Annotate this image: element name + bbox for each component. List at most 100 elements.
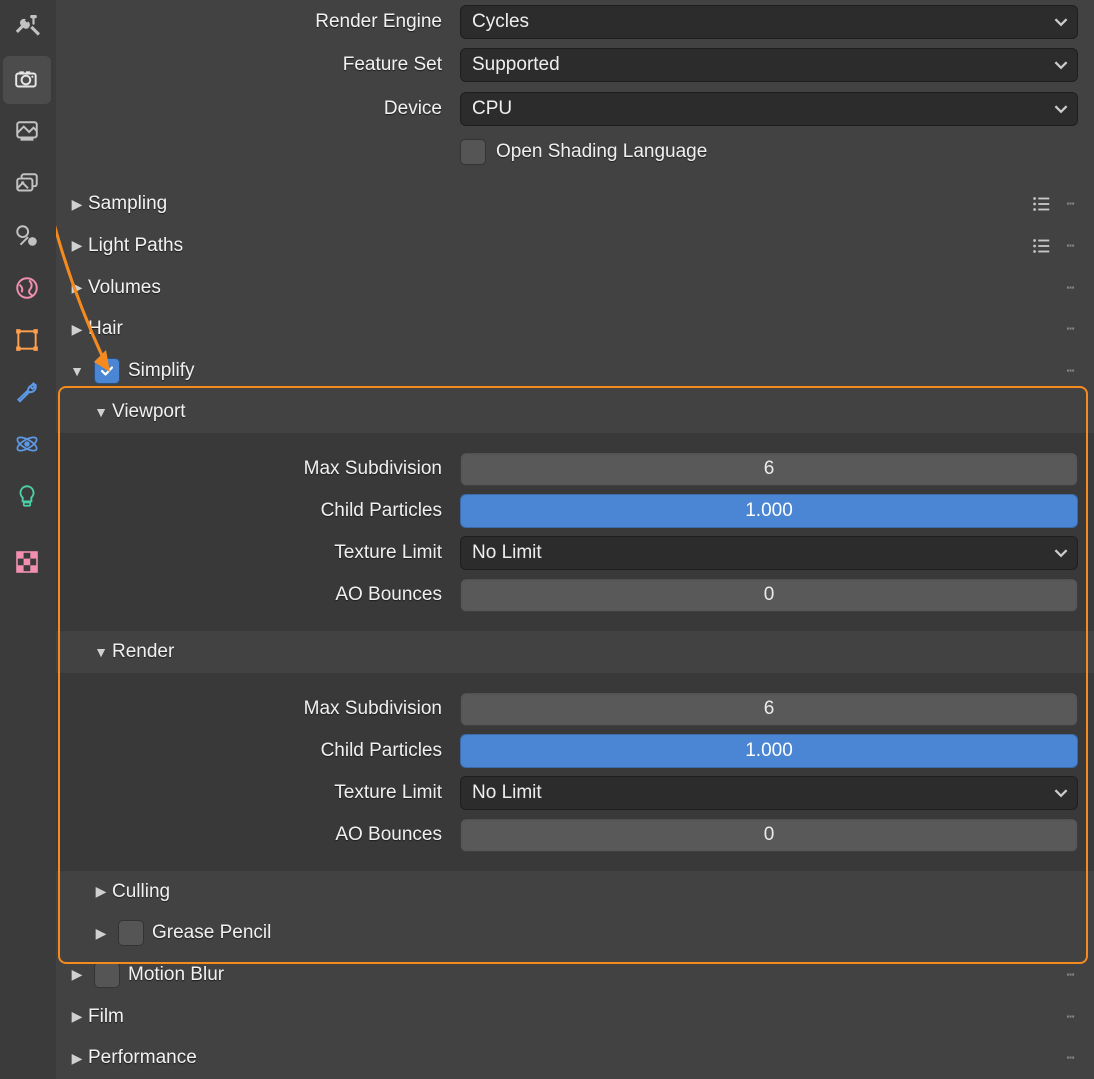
tab-scene[interactable]: [3, 212, 51, 260]
disclosure-right-icon: ▶: [66, 196, 88, 213]
tab-viewlayers[interactable]: [3, 160, 51, 208]
simplify-checkbox[interactable]: [94, 358, 120, 384]
panel-volumes-title: Volumes: [88, 277, 161, 299]
chevron-down-icon: [1054, 15, 1068, 29]
feature-set-value: Supported: [472, 54, 560, 76]
panel-performance-title: Performance: [88, 1047, 197, 1069]
subpanel-grease-pencil-title: Grease Pencil: [152, 922, 271, 944]
drag-handle-icon[interactable]: ┅: [1060, 280, 1082, 296]
disclosure-right-icon: ▶: [66, 237, 88, 254]
subpanel-viewport-body: Max Subdivision 6 Child Particles 1.000 …: [56, 433, 1094, 631]
panel-sampling-header[interactable]: ▶ Sampling ┅: [56, 184, 1094, 226]
render-icon: [14, 67, 40, 93]
drag-handle-icon[interactable]: ┅: [1060, 238, 1082, 254]
vp-ao-bounces-label: AO Bounces: [56, 584, 460, 606]
panel-motion-blur-title: Motion Blur: [128, 964, 224, 986]
subpanel-render-title: Render: [112, 641, 174, 663]
subpanel-grease-pencil-header[interactable]: ▶ Grease Pencil: [56, 913, 1094, 955]
wrench-screwdriver-icon: [14, 15, 40, 41]
drag-handle-icon[interactable]: ┅: [1060, 363, 1082, 379]
drag-handle-icon[interactable]: ┅: [1060, 196, 1082, 212]
presets-icon[interactable]: [1030, 235, 1052, 257]
modifier-wrench-icon: [14, 379, 40, 405]
tab-texture[interactable]: [3, 538, 51, 586]
vp-child-particles-field[interactable]: 1.000: [460, 494, 1078, 528]
texture-checker-icon: [15, 550, 39, 574]
properties-tabs: [0, 0, 56, 1079]
render-engine-value: Cycles: [472, 11, 529, 33]
world-icon: [14, 275, 40, 301]
device-select[interactable]: CPU: [460, 92, 1078, 126]
subpanel-viewport-header[interactable]: ▼ Viewport: [56, 392, 1094, 434]
tab-world[interactable]: [3, 264, 51, 312]
panel-sampling-title: Sampling: [88, 193, 167, 215]
vp-max-subdivision-label: Max Subdivision: [56, 458, 460, 480]
vp-texture-limit-select[interactable]: No Limit: [460, 536, 1078, 570]
tab-render[interactable]: [3, 56, 51, 104]
vp-max-subdivision-field[interactable]: 6: [460, 452, 1078, 486]
tab-output[interactable]: [3, 108, 51, 156]
scene-icon: [14, 223, 40, 249]
render-engine-label: Render Engine: [56, 11, 460, 33]
osl-label: Open Shading Language: [496, 141, 707, 163]
disclosure-right-icon: ▶: [66, 279, 88, 296]
device-value: CPU: [472, 98, 512, 120]
osl-checkbox[interactable]: [460, 139, 486, 165]
disclosure-right-icon: ▶: [90, 925, 112, 942]
rd-child-particles-field[interactable]: 1.000: [460, 734, 1078, 768]
panel-motion-blur-header[interactable]: ▶ Motion Blur ┅: [56, 954, 1094, 996]
motion-blur-checkbox[interactable]: [94, 962, 120, 988]
chevron-down-icon: [1054, 102, 1068, 116]
vp-ao-bounces-field[interactable]: 0: [460, 578, 1078, 612]
disclosure-right-icon: ▶: [66, 966, 88, 983]
disclosure-down-icon: ▼: [90, 644, 112, 660]
subpanel-render-body: Max Subdivision 6 Child Particles 1.000 …: [56, 673, 1094, 871]
panel-simplify-header[interactable]: ▼ Simplify ┅: [56, 350, 1094, 392]
tab-active-tool[interactable]: [3, 4, 51, 52]
rd-child-particles-label: Child Particles: [56, 740, 460, 762]
light-bulb-icon: [14, 483, 40, 509]
disclosure-down-icon: ▼: [90, 404, 112, 420]
physics-icon: [14, 431, 40, 457]
subpanel-culling-title: Culling: [112, 881, 170, 903]
rd-max-subdivision-label: Max Subdivision: [56, 698, 460, 720]
panel-hair-header[interactable]: ▶ Hair ┅: [56, 308, 1094, 350]
grease-pencil-checkbox[interactable]: [118, 920, 144, 946]
panel-performance-header[interactable]: ▶ Performance ┅: [56, 1037, 1094, 1079]
feature-set-label: Feature Set: [56, 54, 460, 76]
rd-texture-limit-label: Texture Limit: [56, 782, 460, 804]
panel-simplify-title: Simplify: [128, 360, 195, 382]
output-icon: [14, 119, 40, 145]
disclosure-right-icon: ▶: [90, 883, 112, 900]
drag-handle-icon[interactable]: ┅: [1060, 1050, 1082, 1066]
feature-set-select[interactable]: Supported: [460, 48, 1078, 82]
chevron-down-icon: [1054, 786, 1068, 800]
panel-light-paths-header[interactable]: ▶ Light Paths ┅: [56, 225, 1094, 267]
drag-handle-icon[interactable]: ┅: [1060, 321, 1082, 337]
chevron-down-icon: [1054, 546, 1068, 560]
rd-max-subdivision-field[interactable]: 6: [460, 692, 1078, 726]
presets-icon[interactable]: [1030, 193, 1052, 215]
tab-light[interactable]: [3, 472, 51, 520]
tab-modifier[interactable]: [3, 368, 51, 416]
drag-handle-icon[interactable]: ┅: [1060, 967, 1082, 983]
render-engine-select[interactable]: Cycles: [460, 5, 1078, 39]
tab-physics[interactable]: [3, 420, 51, 468]
rd-ao-bounces-label: AO Bounces: [56, 824, 460, 846]
properties-panel: Render Engine Cycles Feature Set Support…: [56, 0, 1094, 1079]
subpanel-culling-header[interactable]: ▶ Culling: [56, 871, 1094, 913]
rd-ao-bounces-field[interactable]: 0: [460, 818, 1078, 852]
disclosure-right-icon: ▶: [66, 1008, 88, 1025]
subpanel-render-header[interactable]: ▼ Render: [56, 631, 1094, 673]
panel-hair-title: Hair: [88, 318, 123, 340]
object-icon: [14, 327, 40, 353]
disclosure-right-icon: ▶: [66, 321, 88, 338]
panel-volumes-header[interactable]: ▶ Volumes ┅: [56, 267, 1094, 309]
drag-handle-icon[interactable]: ┅: [1060, 1009, 1082, 1025]
viewlayers-icon: [14, 171, 40, 197]
rd-texture-limit-select[interactable]: No Limit: [460, 776, 1078, 810]
device-label: Device: [56, 98, 460, 120]
chevron-down-icon: [1054, 58, 1068, 72]
tab-object[interactable]: [3, 316, 51, 364]
panel-film-header[interactable]: ▶ Film ┅: [56, 996, 1094, 1038]
